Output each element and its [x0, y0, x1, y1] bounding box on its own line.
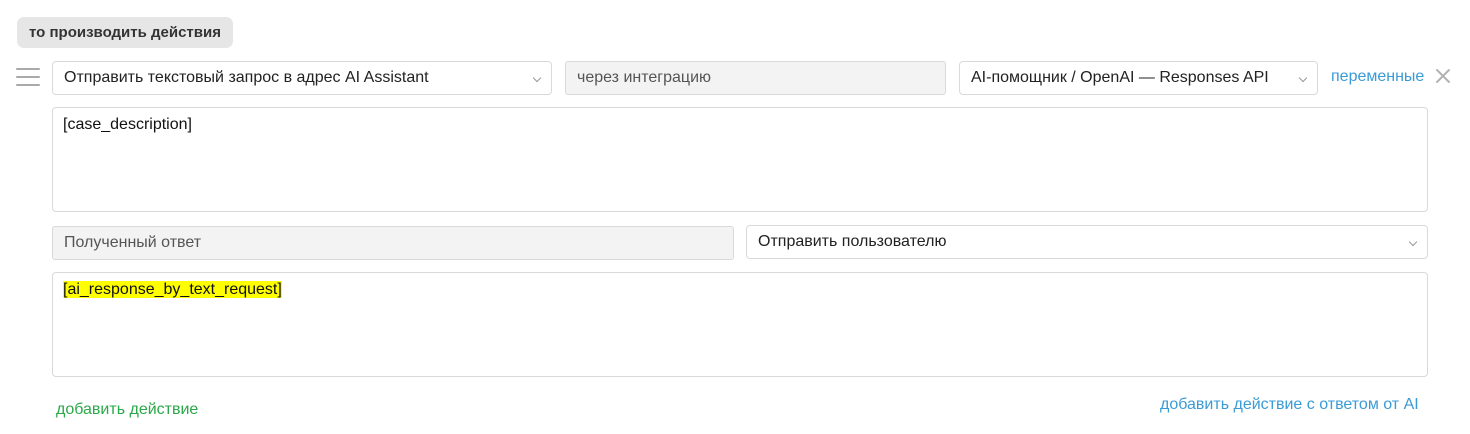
- add-action-link[interactable]: добавить действие: [56, 401, 198, 419]
- response-variable-highlight: [ai_response_by_text_request]: [63, 281, 282, 298]
- request-textarea[interactable]: [case_description]: [52, 107, 1428, 212]
- response-label-field: Полученный ответ: [52, 226, 734, 260]
- integration-select[interactable]: AI-помощник / OpenAI — Responses API: [959, 61, 1318, 95]
- chevron-down-icon: [532, 73, 542, 83]
- response-target-select[interactable]: Отправить пользователю: [746, 225, 1428, 259]
- request-text: [case_description]: [63, 116, 192, 133]
- drag-handle-icon[interactable]: [16, 68, 40, 88]
- section-title-badge: то производить действия: [17, 17, 233, 48]
- chevron-down-icon: [1298, 73, 1308, 83]
- action-type-select-value: Отправить текстовый запрос в адрес AI As…: [64, 69, 429, 86]
- via-integration-field: через интеграцию: [565, 61, 946, 95]
- response-target-select-value: Отправить пользователю: [758, 233, 947, 250]
- add-ai-action-link[interactable]: добавить действие с ответом от AI: [1160, 396, 1419, 414]
- action-type-select[interactable]: Отправить текстовый запрос в адрес AI As…: [52, 61, 552, 95]
- close-icon[interactable]: [1434, 67, 1452, 85]
- variables-link[interactable]: переменные: [1331, 68, 1424, 86]
- action-editor: то производить действия Отправить тексто…: [0, 0, 1470, 434]
- integration-select-value: AI-помощник / OpenAI — Responses API: [971, 69, 1269, 86]
- chevron-down-icon: [1408, 237, 1418, 247]
- response-textarea[interactable]: [ai_response_by_text_request]: [52, 272, 1428, 377]
